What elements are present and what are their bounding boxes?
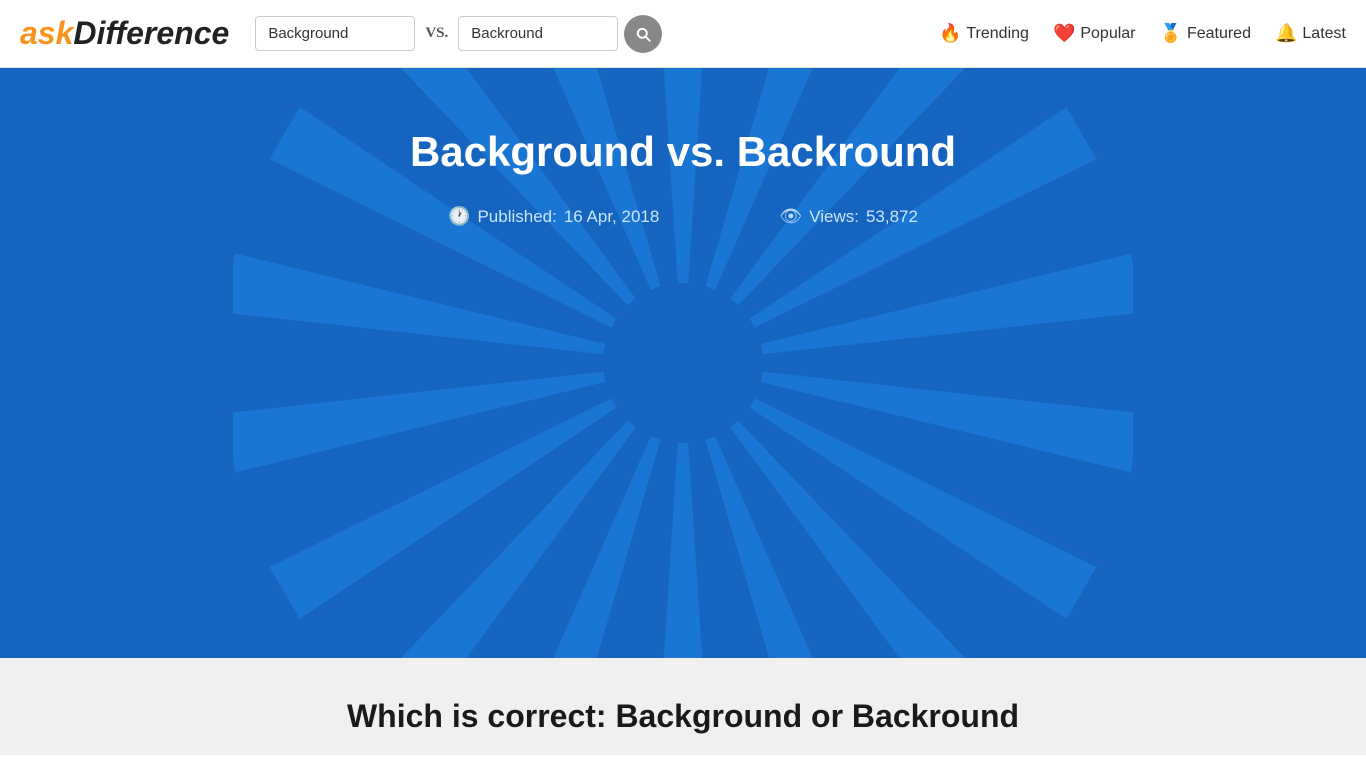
featured-icon: 🏅	[1160, 23, 1182, 44]
published-label: Published:	[477, 207, 556, 227]
logo-ask: ask	[20, 15, 73, 52]
nav-popular-label: Popular	[1080, 25, 1135, 43]
header: askDifference VS. 🔥 Trending ❤️ Popular …	[0, 0, 1366, 68]
views-icon: 👁	[779, 206, 802, 227]
nav-featured-label: Featured	[1187, 25, 1251, 43]
nav-trending[interactable]: 🔥 Trending	[939, 23, 1029, 44]
hero-section: Background vs. Backround 🕐 Published: 16…	[0, 68, 1366, 658]
search-icon	[634, 25, 652, 43]
popular-icon: ❤️	[1053, 23, 1075, 44]
views-count: 53,872	[866, 207, 918, 227]
nav-latest-label: Latest	[1302, 25, 1346, 43]
clock-icon: 🕐	[448, 206, 470, 227]
nav-latest[interactable]: 🔔 Latest	[1275, 23, 1346, 44]
nav-featured[interactable]: 🏅 Featured	[1160, 23, 1251, 44]
nav-links: 🔥 Trending ❤️ Popular 🏅 Featured 🔔 Lates…	[939, 23, 1346, 44]
published-date: 16 Apr, 2018	[564, 207, 659, 227]
views-label: Views:	[809, 207, 859, 227]
trending-icon: 🔥	[939, 23, 961, 44]
latest-icon: 🔔	[1275, 23, 1297, 44]
views-meta: 👁 Views: 53,872	[779, 206, 918, 227]
logo[interactable]: askDifference	[20, 15, 229, 52]
hero-meta: 🕐 Published: 16 Apr, 2018 👁 Views: 53,87…	[410, 206, 956, 227]
search-input-1[interactable]	[255, 16, 415, 51]
nav-popular[interactable]: ❤️ Popular	[1053, 23, 1136, 44]
bottom-section: Which is correct: Background or Backroun…	[0, 658, 1366, 755]
vs-label: VS.	[421, 25, 452, 42]
hero-title: Background vs. Backround	[410, 128, 956, 176]
search-input-2[interactable]	[458, 16, 618, 51]
hero-content: Background vs. Backround 🕐 Published: 16…	[410, 128, 956, 227]
bottom-title: Which is correct: Background or Backroun…	[20, 698, 1346, 735]
logo-difference: Difference	[73, 15, 229, 52]
published-meta: 🕐 Published: 16 Apr, 2018	[448, 206, 659, 227]
search-area: VS.	[255, 15, 755, 53]
search-button[interactable]	[624, 15, 662, 53]
nav-trending-label: Trending	[966, 25, 1029, 43]
